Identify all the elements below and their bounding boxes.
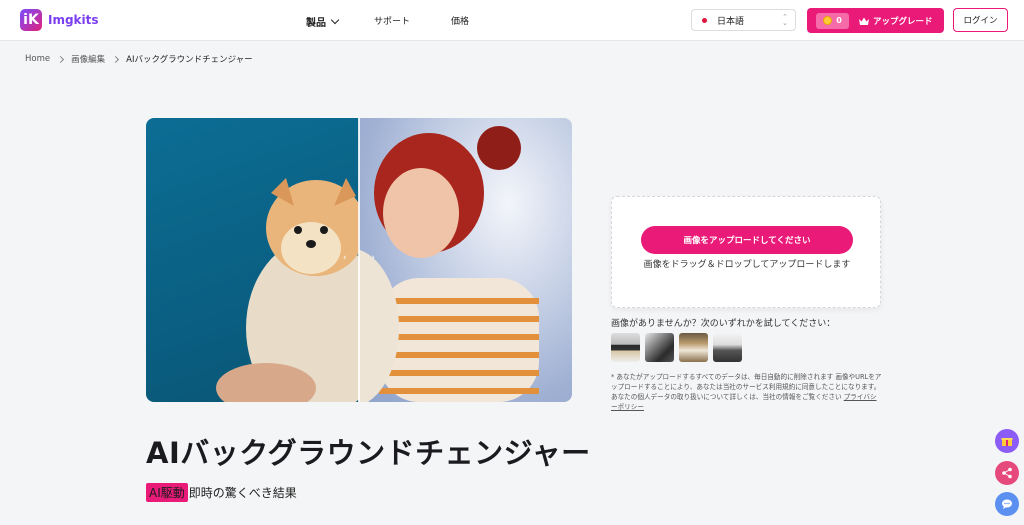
gift-button[interactable] [995, 429, 1019, 453]
login-button[interactable]: ログイン [953, 8, 1008, 32]
credits-count: 0 [836, 16, 842, 25]
brand-name: Imgkits [48, 13, 99, 27]
nav-products-label: 製品 [306, 18, 326, 29]
breadcrumb-category[interactable]: 画像編集 [71, 53, 105, 65]
arrow-left-icon: ‹ [343, 253, 347, 263]
chat-icon [1002, 499, 1012, 509]
ai-badge: AI駆動 [146, 483, 188, 502]
upgrade-label: アップグレード [873, 16, 933, 27]
disclaimer-text: * あなたがアップロードするすべてのデータは、毎日自動的に削除されます 画像やU… [611, 373, 882, 401]
after-image [299, 118, 572, 402]
language-select[interactable]: 日本語 ⌃ ⌄ [691, 9, 796, 31]
upgrade-button[interactable]: 0 アップグレード [807, 8, 944, 33]
select-caret-icon: ⌃ ⌄ [782, 13, 788, 27]
page-title: AIバックグラウンドチェンジャー [146, 436, 591, 470]
nav-price[interactable]: 価格 [451, 14, 469, 27]
before-after-preview[interactable]: ‹ › [146, 118, 572, 402]
main-nav: 製品 サポート 価格 [306, 14, 469, 29]
coin-icon [823, 16, 833, 25]
breadcrumb-current: AIバックグラウンドチェンジャー [126, 55, 253, 65]
before-image [146, 118, 386, 402]
upload-image-button[interactable]: 画像をアップロードしてください [641, 226, 853, 254]
share-button[interactable] [995, 461, 1019, 485]
flag-icon [702, 17, 707, 23]
pomeranian-illustration [216, 178, 386, 402]
subtitle-text: 即時の驚くべき結果 [188, 486, 297, 500]
gift-icon [1001, 438, 1013, 446]
chevron-right-icon [112, 55, 120, 63]
crown-icon [859, 17, 869, 25]
arrow-right-icon: › [371, 253, 375, 263]
sample-image-1[interactable] [611, 333, 640, 362]
upload-dropzone[interactable]: 画像をアップロードしてください 画像をドラッグ＆ドロップしてアップロードします [611, 196, 881, 308]
chevron-right-icon [57, 55, 65, 63]
compare-handle[interactable]: ‹ › [343, 248, 375, 268]
chevron-down-icon [330, 15, 340, 24]
chat-button[interactable] [995, 492, 1019, 516]
credits-badge: 0 [816, 12, 849, 29]
nav-support[interactable]: サポート [374, 14, 410, 27]
sample-images [611, 333, 747, 362]
sample-images-label: 画像がありませんか？次のいずれかを試してください： [611, 319, 836, 329]
share-icon [1002, 467, 1012, 479]
brand-logo[interactable]: iK Imgkits [20, 9, 99, 31]
page-subtitle: AI駆動 即時の驚くべき結果 [146, 483, 297, 502]
privacy-disclaimer: * あなたがアップロードするすべてのデータは、毎日自動的に削除されます 画像やU… [611, 372, 883, 412]
top-header: iK Imgkits 製品 サポート 価格 日本語 ⌃ ⌄ 0 アップグレード ロ… [0, 0, 1024, 41]
logo-icon: iK [20, 9, 42, 31]
nav-products[interactable]: 製品 [306, 14, 340, 29]
sample-image-2[interactable] [645, 333, 674, 362]
breadcrumb: Home 画像編集 AIバックグラウンドチェンジャー [25, 53, 253, 65]
woman-illustration [299, 126, 539, 402]
language-label: 日本語 [717, 16, 745, 27]
drag-drop-hint: 画像をドラッグ＆ドロップしてアップロードします [643, 260, 851, 270]
sample-image-3[interactable] [679, 333, 708, 362]
breadcrumb-home[interactable]: Home [25, 54, 50, 64]
sample-image-4[interactable] [713, 333, 742, 362]
